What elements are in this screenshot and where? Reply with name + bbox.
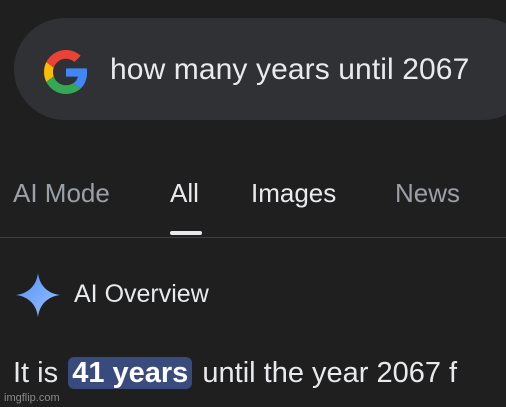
answer-suffix: until the year 2067 f <box>202 357 458 389</box>
answer-prefix: It is <box>13 357 59 389</box>
search-results-page: how many years until 2067 AI Mode All Im… <box>0 0 506 407</box>
tab-ai-mode[interactable]: AI Mode <box>13 176 110 210</box>
tab-images[interactable]: Images <box>251 176 336 210</box>
search-tabs: AI Mode All Images News <box>0 162 506 238</box>
ai-overview-answer: It is 41 years until the year 2067 f <box>13 353 457 393</box>
tab-news[interactable]: News <box>395 176 460 210</box>
ai-overview-title: AI Overview <box>74 280 209 308</box>
search-input[interactable]: how many years until 2067 <box>110 51 469 89</box>
divider <box>0 237 506 238</box>
google-g-icon <box>44 50 88 94</box>
watermark: imgflip.com <box>4 392 60 404</box>
active-tab-indicator <box>170 231 202 235</box>
tab-all[interactable]: All <box>170 176 199 210</box>
sparkle-icon <box>15 272 61 318</box>
answer-highlight: 41 years <box>68 357 193 389</box>
